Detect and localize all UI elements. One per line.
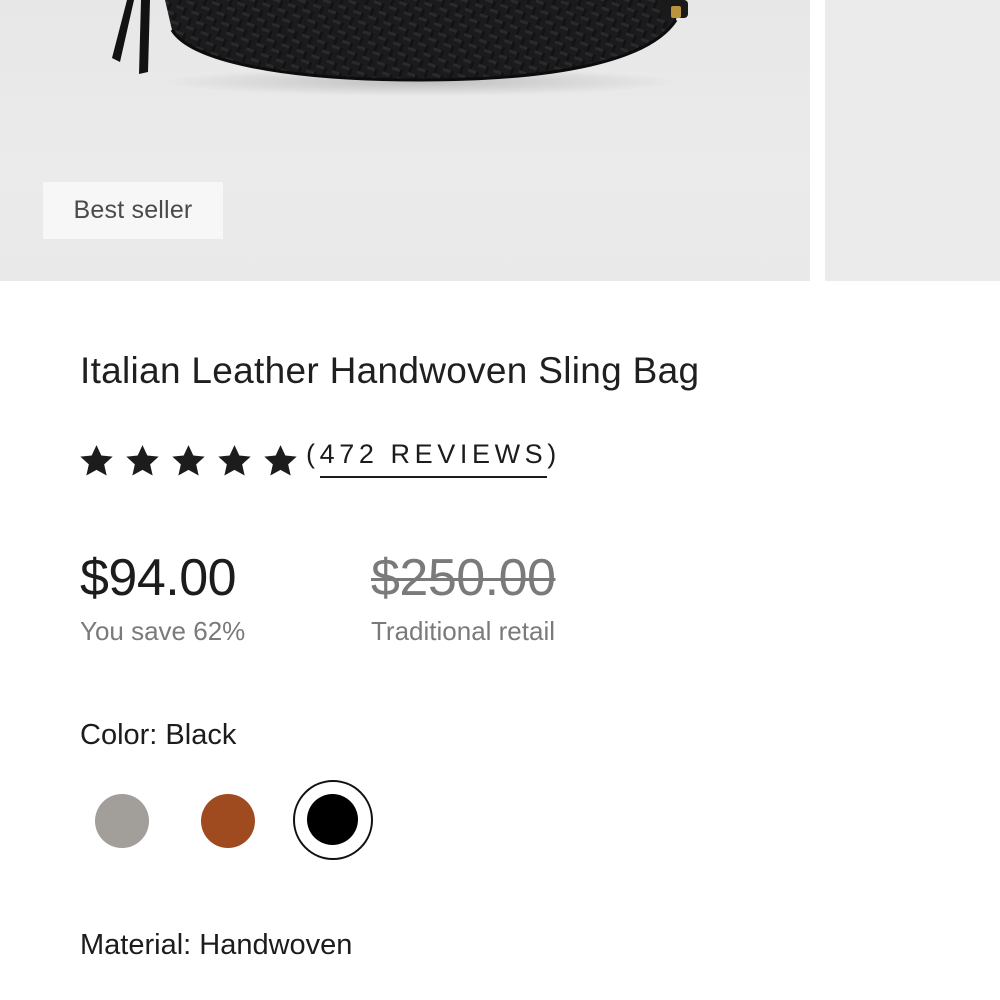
retail-price-block: $250.00 Traditional retail xyxy=(371,548,556,647)
sale-price: $94.00 xyxy=(80,549,237,607)
color-swatches xyxy=(80,780,400,862)
product-title: Italian Leather Handwoven Sling Bag xyxy=(80,350,700,391)
star-icon xyxy=(218,445,251,476)
color-swatch-black-selected[interactable] xyxy=(293,780,373,860)
swatch-color xyxy=(201,794,255,848)
swatch-color xyxy=(307,794,358,845)
reviews-count[interactable]: 472 REVIEWS xyxy=(319,439,548,478)
star-icon xyxy=(126,445,159,476)
star-icon xyxy=(172,445,205,476)
next-image-slide-peek[interactable] xyxy=(825,0,1000,281)
material-label: Material: Handwoven xyxy=(80,929,353,961)
star-icon xyxy=(80,445,113,476)
sale-price-block: $94.00 You save 62% xyxy=(80,548,245,647)
star-rating xyxy=(75,441,302,481)
retail-price: $250.00 xyxy=(371,549,556,607)
reviews-link[interactable]: (472 REVIEWS) xyxy=(306,439,561,478)
product-rating: (472 REVIEWS) xyxy=(75,436,561,486)
color-swatch-grey[interactable] xyxy=(95,794,149,848)
swatch-color xyxy=(95,794,149,848)
color-swatch-cognac[interactable] xyxy=(201,794,255,848)
best-seller-badge: Best seller xyxy=(43,182,223,239)
star-icon xyxy=(264,445,297,476)
color-label: Color: Black xyxy=(80,719,237,751)
retail-label: Traditional retail xyxy=(371,616,556,646)
product-image-gallery[interactable]: Best seller xyxy=(0,0,1000,281)
product-image-slide[interactable]: Best seller xyxy=(0,0,810,281)
savings-text: You save 62% xyxy=(80,616,246,646)
